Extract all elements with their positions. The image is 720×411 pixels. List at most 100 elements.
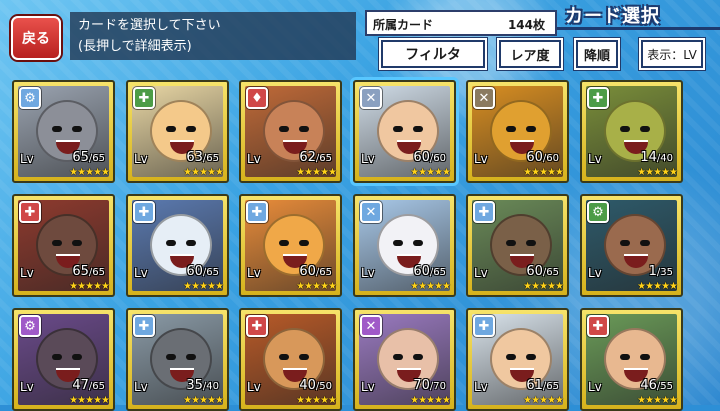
card-slot[interactable]: ✚ Lv 60/65 ★★★★★ <box>239 194 342 297</box>
current-level: 60 <box>413 264 430 279</box>
level-label: Lv <box>361 266 375 280</box>
current-level: 47 <box>72 378 89 393</box>
level-label: Lv <box>361 152 375 166</box>
card-slot[interactable]: ✕ Lv 70/70 ★★★★★ <box>353 308 456 411</box>
current-level: 61 <box>526 378 543 393</box>
level-value: 60/60 <box>413 150 446 165</box>
weapon-type-icon: ✚ <box>473 315 495 337</box>
card-slot[interactable]: ✚ Lv 46/55 ★★★★★ <box>580 308 683 411</box>
weapon-type-icon: ✚ <box>133 201 155 223</box>
filter-button[interactable]: フィルタ <box>381 40 485 68</box>
level-label: Lv <box>588 152 602 166</box>
level-label: Lv <box>474 152 488 166</box>
weapon-type-icon: ✕ <box>360 87 382 109</box>
current-level: 60 <box>186 264 203 279</box>
level-value: 14/40 <box>640 150 673 165</box>
max-level: /65 <box>88 267 105 278</box>
current-level: 65 <box>72 150 89 165</box>
rarity-sort-button[interactable]: レア度 <box>499 40 561 68</box>
card-slot[interactable]: ⚙ Lv 65/65 ★★★★★ <box>12 80 115 183</box>
card-slot[interactable]: ✚ Lv 60/65 ★★★★★ <box>466 194 569 297</box>
rarity-stars: ★★★★★ <box>637 281 678 292</box>
weapon-type-icon: ✕ <box>360 201 382 223</box>
max-level: /70 <box>429 381 446 392</box>
level-label: Lv <box>588 266 602 280</box>
rarity-stars: ★★★★★ <box>296 167 337 178</box>
max-level: /65 <box>202 153 219 164</box>
title-underline <box>557 27 720 30</box>
card-slot[interactable]: ✚ Lv 14/40 ★★★★★ <box>580 80 683 183</box>
weapon-type-icon: ✚ <box>587 315 609 337</box>
instruction-panel: カードを選択して下さい (長押しで詳細表示) <box>70 12 356 60</box>
rarity-stars: ★★★★★ <box>69 167 110 178</box>
current-level: 60 <box>413 150 430 165</box>
back-button[interactable]: 戻る <box>11 16 61 60</box>
max-level: /65 <box>542 267 559 278</box>
current-level: 60 <box>526 264 543 279</box>
level-value: 70/70 <box>413 378 446 393</box>
level-label: Lv <box>474 266 488 280</box>
instruction-hint: (長押しで詳細表示) <box>78 39 192 54</box>
level-value: 47/65 <box>72 378 105 393</box>
rarity-stars: ★★★★★ <box>410 167 451 178</box>
current-level: 70 <box>413 378 430 393</box>
level-value: 40/50 <box>299 378 332 393</box>
level-value: 60/65 <box>299 264 332 279</box>
card-grid: ⚙ Lv 65/65 ★★★★★ ✚ Lv 63/65 ★★★★★ ♦ Lv 62/65 ★★★★★ ✕… <box>12 80 710 411</box>
card-slot[interactable]: ✕ Lv 60/60 ★★★★★ <box>466 80 569 183</box>
weapon-type-icon: ⚙ <box>19 87 41 109</box>
weapon-type-icon: ✚ <box>19 201 41 223</box>
current-level: 62 <box>299 150 316 165</box>
rarity-stars: ★★★★★ <box>183 281 224 292</box>
weapon-type-icon: ✚ <box>133 315 155 337</box>
weapon-type-icon: ♦ <box>246 87 268 109</box>
level-value: 61/65 <box>526 378 559 393</box>
level-value: 35/40 <box>186 378 219 393</box>
rarity-stars: ★★★★★ <box>183 167 224 178</box>
level-value: 60/60 <box>526 150 559 165</box>
rarity-stars: ★★★★★ <box>69 281 110 292</box>
level-label: Lv <box>134 380 148 394</box>
card-slot[interactable]: ✚ Lv 63/65 ★★★★★ <box>126 80 229 183</box>
current-level: 40 <box>299 378 316 393</box>
weapon-type-icon: ✚ <box>133 87 155 109</box>
instruction-text: カードを選択して下さい <box>78 18 221 33</box>
max-level: /65 <box>88 381 105 392</box>
rarity-stars: ★★★★★ <box>296 281 337 292</box>
level-label: Lv <box>247 380 261 394</box>
weapon-type-icon: ✚ <box>587 87 609 109</box>
card-slot[interactable]: ⚙ Lv 1/35 ★★★★★ <box>580 194 683 297</box>
level-label: Lv <box>20 380 34 394</box>
owned-cards-label: 所属カード <box>373 18 434 32</box>
display-mode-button[interactable]: 表示：LV <box>641 40 703 68</box>
max-level: /65 <box>315 267 332 278</box>
owned-cards-panel: 所属カード 144枚 <box>365 10 557 36</box>
card-slot[interactable]: ✚ Lv 65/65 ★★★★★ <box>12 194 115 297</box>
max-level: /60 <box>542 153 559 164</box>
level-value: 65/65 <box>72 264 105 279</box>
card-slot[interactable]: ⚙ Lv 47/65 ★★★★★ <box>12 308 115 411</box>
weapon-type-icon: ✕ <box>360 315 382 337</box>
current-level: 35 <box>186 378 203 393</box>
card-slot[interactable]: ✚ Lv 60/65 ★★★★★ <box>126 194 229 297</box>
card-slot[interactable]: ♦ Lv 62/65 ★★★★★ <box>239 80 342 183</box>
card-slot[interactable]: ✚ Lv 40/50 ★★★★★ <box>239 308 342 411</box>
sort-order-button[interactable]: 降順 <box>576 40 618 68</box>
card-slot[interactable]: ✕ Lv 60/65 ★★★★★ <box>353 194 456 297</box>
weapon-type-icon: ✕ <box>473 87 495 109</box>
owned-cards-count: 144枚 <box>507 18 545 32</box>
level-label: Lv <box>20 152 34 166</box>
level-label: Lv <box>247 152 261 166</box>
level-value: 62/65 <box>299 150 332 165</box>
level-value: 46/55 <box>640 378 673 393</box>
card-slot[interactable]: ✚ Lv 35/40 ★★★★★ <box>126 308 229 411</box>
level-value: 63/65 <box>186 150 219 165</box>
card-slot[interactable]: ✕ Lv 60/60 ★★★★★ <box>353 80 456 183</box>
rarity-stars: ★★★★★ <box>523 167 564 178</box>
card-slot[interactable]: ✚ Lv 61/65 ★★★★★ <box>466 308 569 411</box>
weapon-type-icon: ⚙ <box>19 315 41 337</box>
current-level: 46 <box>640 378 657 393</box>
max-level: /65 <box>542 381 559 392</box>
max-level: /50 <box>315 381 332 392</box>
rarity-stars: ★★★★★ <box>410 281 451 292</box>
